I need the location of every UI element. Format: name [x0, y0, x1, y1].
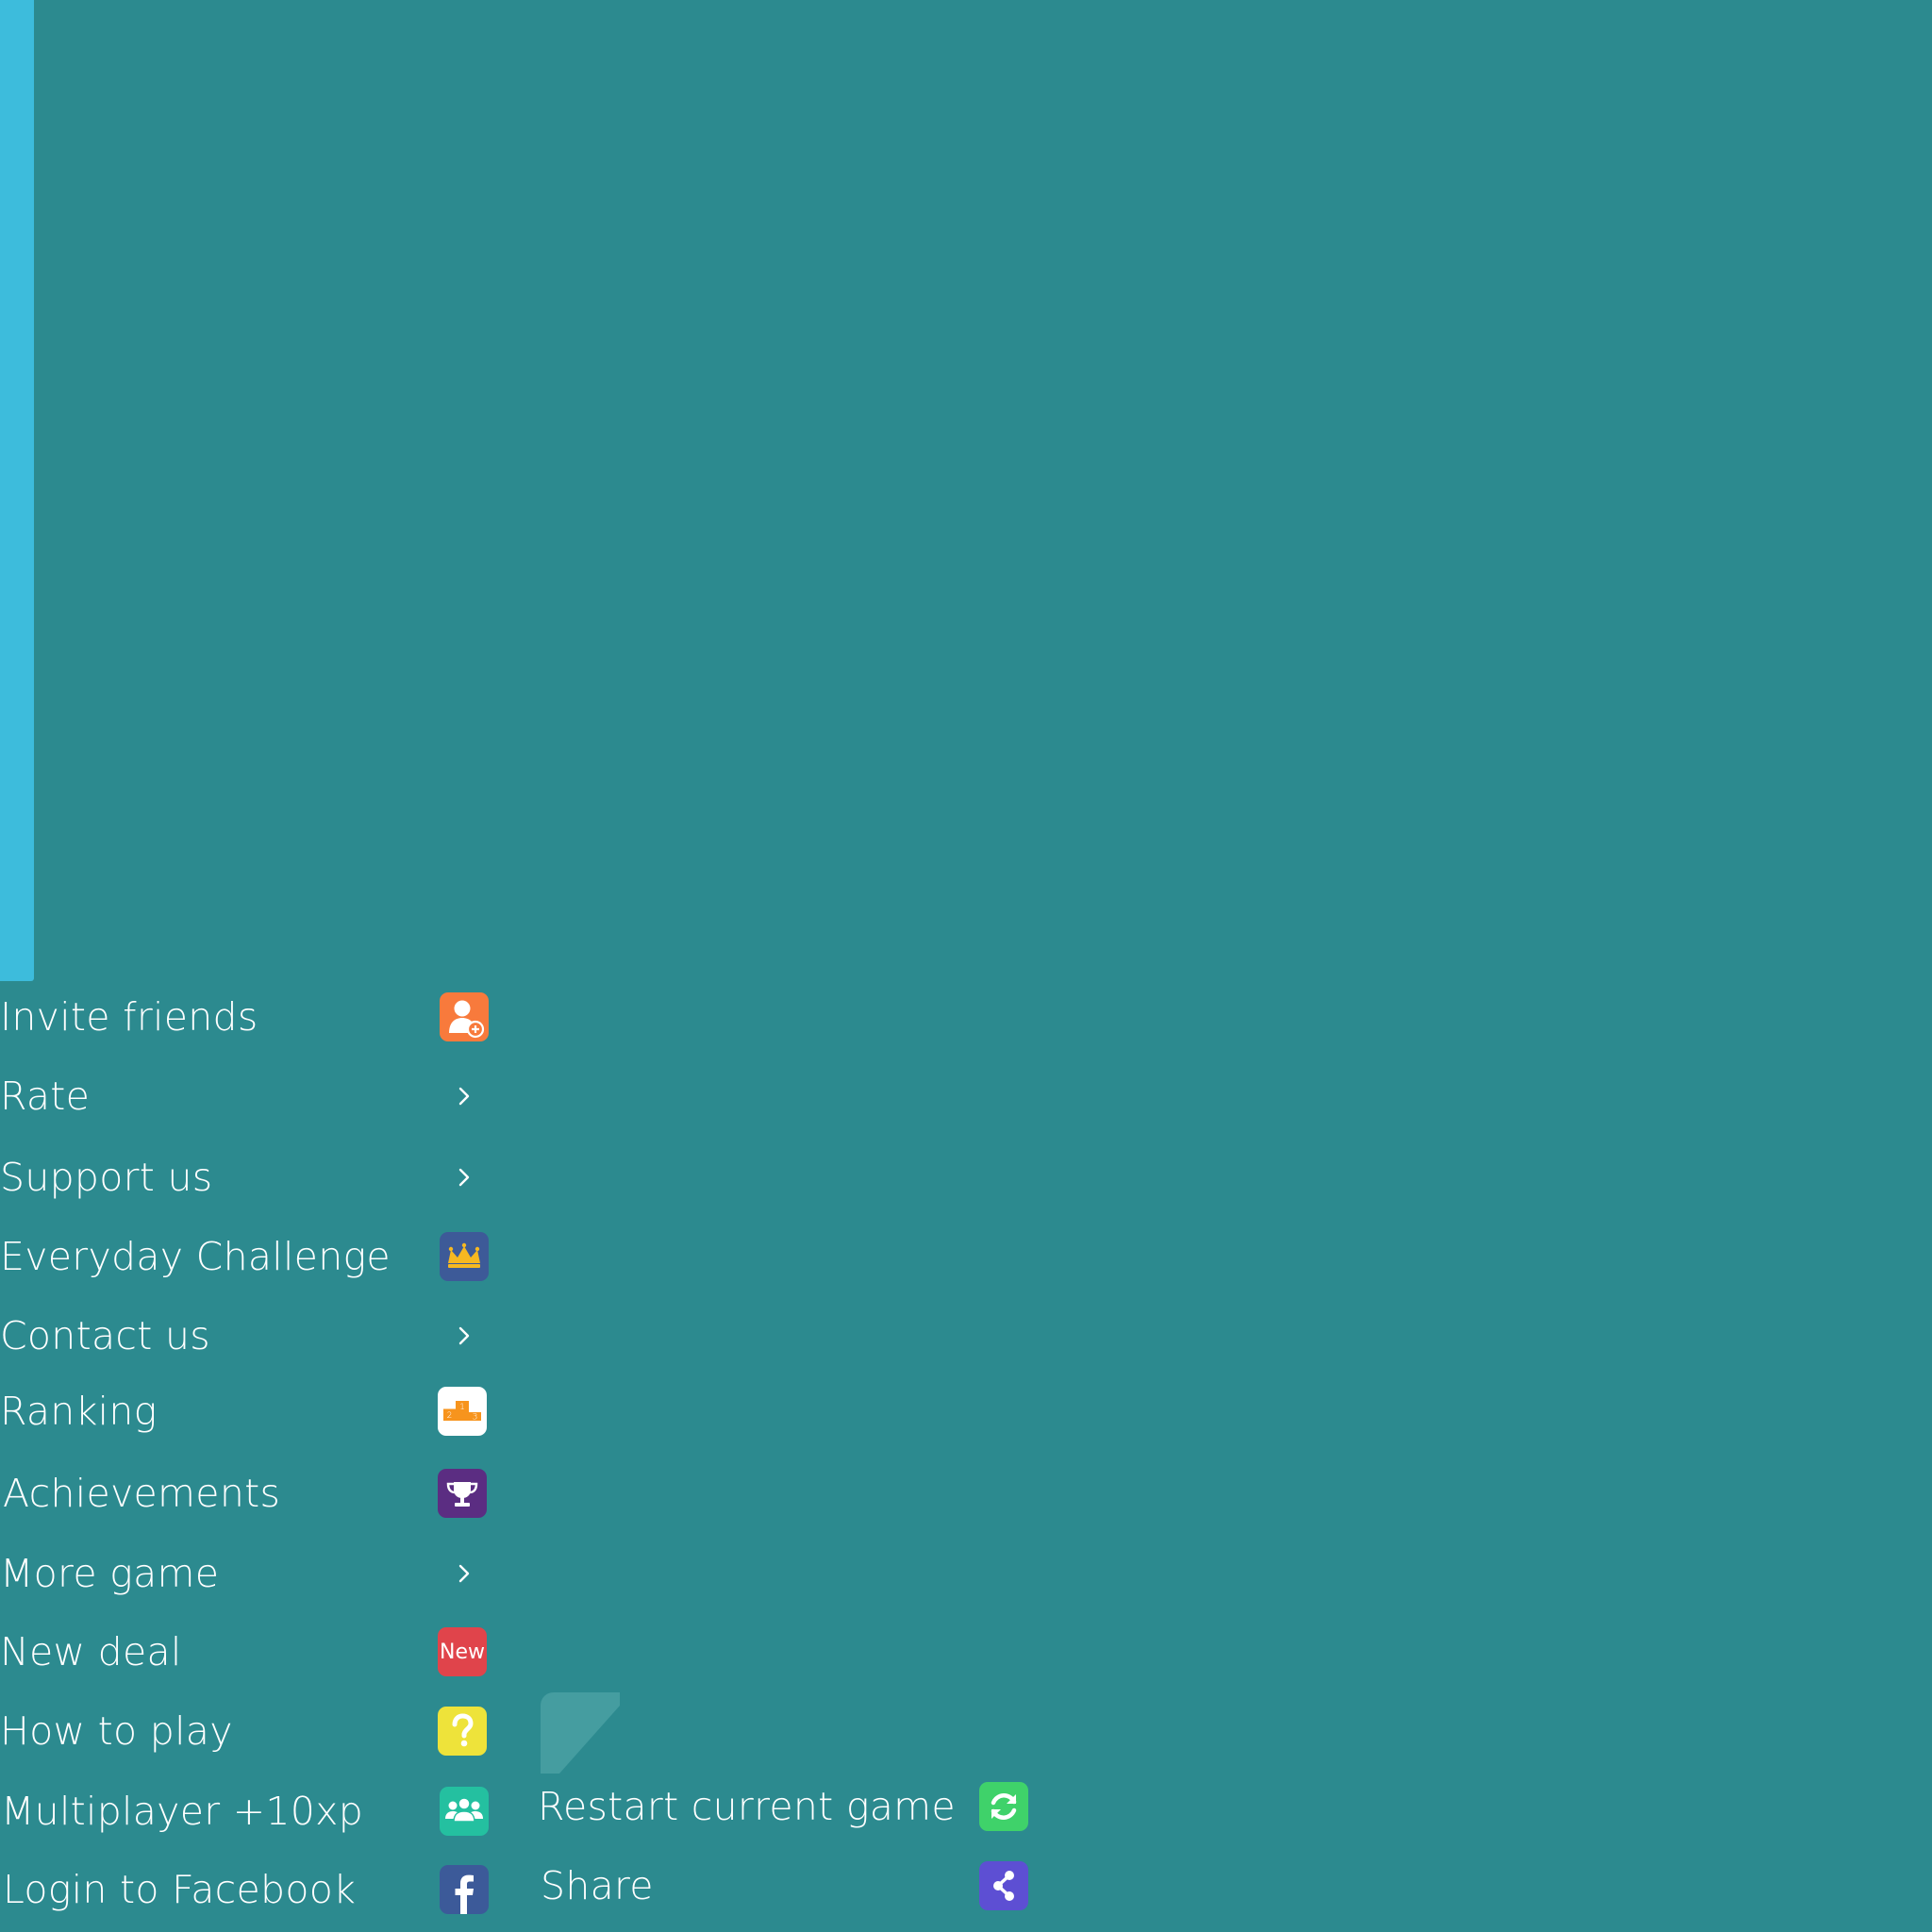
menu-item-multiplayer[interactable]: Multiplayer +10xp — [0, 1778, 500, 1844]
new-badge-text: New — [440, 1640, 485, 1664]
menu-item-achievements[interactable]: Achievements — [0, 1460, 500, 1526]
chevron-right-icon — [451, 1560, 477, 1587]
side-panel-strip — [0, 0, 34, 981]
menu-item-label: Support us — [0, 1155, 213, 1200]
menu-item-more-game[interactable]: More game — [0, 1541, 500, 1607]
multiplayer-icon — [440, 1787, 489, 1836]
menu-item-label: Contact us — [0, 1313, 210, 1358]
chevron-right-icon — [451, 1164, 477, 1191]
menu-item-everyday-challenge[interactable]: Everyday Challenge — [0, 1224, 500, 1290]
menu-item-label: How to play — [0, 1708, 233, 1754]
menu-item-label: New deal — [0, 1629, 182, 1674]
trophy-icon — [438, 1469, 487, 1518]
menu-item-label: Share — [541, 1863, 654, 1908]
svg-text:3: 3 — [473, 1413, 478, 1423]
podium-icon: 1 2 3 — [438, 1387, 487, 1436]
new-badge-icon: New — [438, 1627, 487, 1676]
menu-item-label: Rate — [0, 1074, 91, 1119]
menu-item-label: Ranking — [0, 1389, 158, 1434]
menu-item-rate[interactable]: Rate — [0, 1063, 500, 1129]
invite-friend-icon — [440, 992, 489, 1041]
svg-text:2: 2 — [447, 1411, 453, 1421]
share-icon — [979, 1861, 1028, 1910]
chevron-right-icon — [451, 1323, 477, 1349]
menu-item-contact-us[interactable]: Contact us — [0, 1303, 500, 1369]
menu-item-label: Login to Facebook — [3, 1867, 357, 1912]
restart-icon — [979, 1782, 1028, 1831]
chevron-right-icon — [451, 1083, 477, 1109]
page-fold-decoration — [541, 1692, 620, 1774]
menu-item-invite-friends[interactable]: Invite friends — [0, 984, 500, 1050]
menu-item-ranking[interactable]: Ranking 1 2 3 — [0, 1378, 500, 1444]
question-icon — [438, 1707, 487, 1756]
svg-text:1: 1 — [459, 1403, 465, 1412]
menu-item-label: Achievements — [3, 1471, 281, 1516]
menu-item-label: Everyday Challenge — [0, 1234, 391, 1279]
menu-item-new-deal[interactable]: New deal New — [0, 1619, 500, 1685]
menu-item-restart-game[interactable]: Restart current game — [538, 1774, 1033, 1840]
menu-item-label: Multiplayer +10xp — [1, 1789, 364, 1834]
menu-item-label: More game — [0, 1551, 220, 1596]
facebook-icon — [440, 1865, 489, 1914]
menu-item-share[interactable]: Share — [538, 1853, 1033, 1919]
menu-item-label: Invite friends — [0, 994, 258, 1040]
menu-item-how-to-play[interactable]: How to play — [0, 1698, 500, 1764]
menu-item-label: Restart current game — [538, 1784, 956, 1829]
crown-icon — [440, 1232, 489, 1281]
menu-item-support-us[interactable]: Support us — [0, 1144, 500, 1210]
menu-item-login-facebook[interactable]: Login to Facebook — [0, 1857, 500, 1923]
